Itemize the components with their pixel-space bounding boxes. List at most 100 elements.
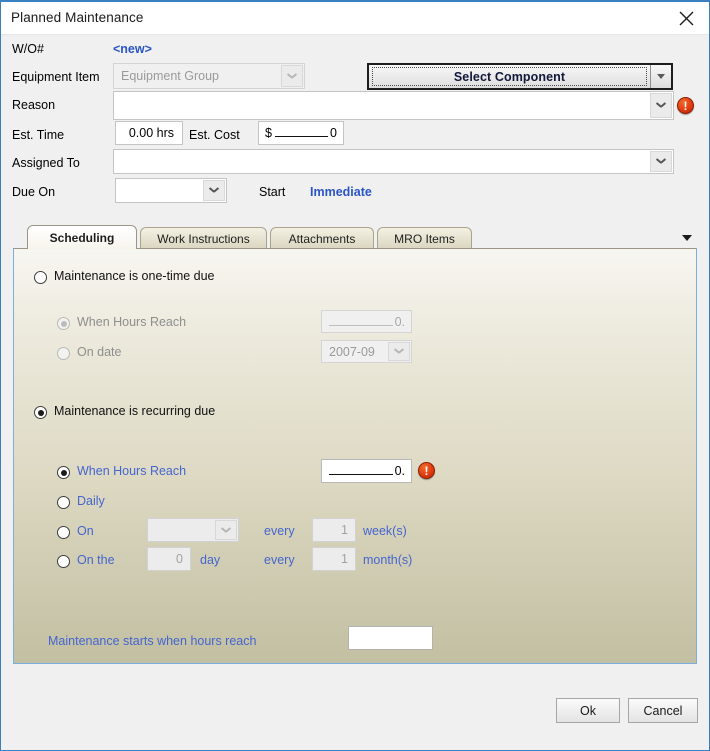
recurring-on-the-unit-label: month(s)	[363, 553, 413, 567]
close-button[interactable]	[663, 2, 709, 34]
recurring-on-every-input[interactable]: 1	[312, 518, 356, 542]
select-component-label: Select Component	[453, 69, 566, 84]
one-time-hours-input[interactable]: 0.	[321, 310, 412, 333]
est-cost-input[interactable]: $ 0	[258, 121, 344, 145]
equipment-group-combo[interactable]: Equipment Group	[113, 63, 305, 89]
tab-label: Work Instructions	[157, 231, 250, 246]
reason-dropdown-arrow[interactable]	[650, 93, 672, 118]
recurring-hours-value: 0.	[394, 464, 405, 478]
tab-label: MRO Items	[394, 231, 455, 246]
recurring-hours-mask-rule	[329, 474, 393, 475]
assigned-to-dropdown-arrow[interactable]	[650, 151, 672, 172]
scheduling-panel: Maintenance is one-time due When Hours R…	[13, 248, 697, 664]
recurring-on-the-every-value: 1	[341, 552, 348, 566]
one-time-when-hours-reach-label: When Hours Reach	[77, 315, 187, 329]
start-immediate-link[interactable]: Immediate	[310, 185, 372, 199]
tab-label: Scheduling	[49, 230, 115, 245]
chevron-down-icon	[657, 159, 666, 164]
radio-recurring-when-hours-reach[interactable]	[57, 466, 70, 479]
tab-strip: Scheduling Work Instructions Attachments…	[13, 225, 697, 249]
ok-button-label: Ok	[580, 703, 596, 718]
one-time-hours-value: 0.	[394, 314, 405, 329]
est-cost-mask-rule	[274, 136, 329, 137]
recurring-on-the-day-unit-label: day	[200, 553, 221, 567]
recurring-on-the-day-value: 0	[176, 552, 183, 566]
radio-recurring-on[interactable]	[57, 526, 70, 539]
recurring-on-every-value: 1	[341, 523, 348, 537]
tab-label: Attachments	[288, 231, 356, 246]
due-on-dropdown-arrow[interactable]	[203, 180, 225, 201]
one-time-hours-mask-rule	[329, 324, 393, 326]
starts-when-hours-reach-label: Maintenance starts when hours reach	[48, 634, 257, 648]
recurring-daily-label: Daily	[77, 494, 105, 508]
ok-button[interactable]: Ok	[556, 698, 620, 723]
cancel-button-label: Cancel	[643, 703, 683, 718]
tab-overflow-button[interactable]	[679, 231, 695, 245]
recurring-on-the-day-input[interactable]: 0	[147, 547, 191, 571]
radio-one-time-when-hours-reach[interactable]	[57, 317, 70, 330]
recurring-hours-masked-value: 0.	[328, 464, 405, 478]
page-title: Planned Maintenance	[11, 10, 144, 25]
one-time-on-date-dropdown-arrow[interactable]	[388, 342, 410, 361]
tab-scheduling[interactable]: Scheduling	[27, 225, 137, 249]
assigned-to-label: Assigned To	[12, 156, 80, 170]
reason-label: Reason	[12, 98, 56, 112]
est-time-input[interactable]: 0.00 hrs	[115, 121, 183, 145]
one-time-on-date-value: 2007-09	[329, 344, 375, 359]
recurring-on-label: On	[77, 524, 94, 538]
chevron-down-icon	[222, 528, 231, 533]
est-cost-masked-value: $ 0	[265, 126, 337, 140]
due-on-label: Due On	[12, 185, 56, 199]
select-component-main[interactable]: Select Component	[369, 65, 651, 88]
tab-mro-items[interactable]: MRO Items	[377, 227, 472, 249]
one-time-on-date-combo[interactable]: 2007-09	[321, 340, 412, 363]
chevron-down-icon	[395, 349, 404, 354]
start-label: Start	[259, 185, 286, 199]
tab-work-instructions[interactable]: Work Instructions	[140, 227, 267, 249]
tab-attachments[interactable]: Attachments	[270, 227, 374, 249]
chevron-down-icon	[657, 74, 665, 79]
select-component-dropdown-arrow[interactable]	[651, 65, 671, 88]
radio-recurring-daily[interactable]	[57, 496, 70, 509]
recurring-on-the-every-input[interactable]: 1	[312, 547, 356, 571]
recurring-when-hours-reach-label: When Hours Reach	[77, 464, 187, 478]
radio-recurring-on-the[interactable]	[57, 555, 70, 568]
select-component-focus-ring: Select Component	[372, 67, 647, 86]
radio-one-time-on-date[interactable]	[57, 347, 70, 360]
est-cost-label: Est. Cost	[189, 128, 240, 142]
due-on-combo[interactable]	[115, 178, 227, 203]
equipment-group-dropdown-arrow[interactable]	[281, 65, 303, 87]
recurring-due-label: Maintenance is recurring due	[54, 404, 216, 418]
recurring-on-the-label: On the	[77, 553, 115, 567]
est-time-value: 0.00 hrs	[128, 126, 174, 140]
starts-when-hours-reach-input[interactable]	[348, 626, 433, 650]
chevron-down-icon	[657, 103, 666, 108]
close-icon	[679, 11, 694, 26]
recurring-hours-input[interactable]: 0.	[321, 459, 412, 483]
chevron-down-icon	[288, 74, 297, 79]
equipment-item-label: Equipment Item	[12, 70, 100, 84]
recurring-on-day-combo[interactable]	[147, 518, 239, 542]
assigned-to-combo[interactable]	[113, 149, 674, 174]
reason-combo[interactable]	[113, 91, 674, 120]
cancel-button[interactable]: Cancel	[628, 698, 698, 723]
form-header: W/O# <new> Equipment Item Equipment Grou…	[1, 35, 709, 213]
select-component-button[interactable]: Select Component	[367, 63, 673, 90]
planned-maintenance-dialog: Planned Maintenance W/O# <new> Equipment…	[0, 0, 710, 751]
chevron-down-icon	[210, 188, 219, 193]
reason-error-icon	[677, 97, 694, 114]
est-cost-currency: $	[265, 126, 272, 140]
one-time-on-date-label: On date	[77, 345, 122, 359]
one-time-hours-masked-value: 0.	[328, 315, 405, 329]
recurring-on-the-every-label: every	[264, 553, 295, 567]
est-cost-amount: 0	[330, 126, 337, 140]
one-time-due-label: Maintenance is one-time due	[54, 269, 215, 283]
recurring-on-day-dropdown-arrow[interactable]	[215, 520, 237, 540]
equipment-group-value: Equipment Group	[121, 69, 219, 83]
recurring-hours-error-icon	[418, 462, 435, 479]
radio-one-time-due[interactable]	[34, 271, 47, 284]
radio-recurring-due[interactable]	[34, 406, 47, 419]
wo-number-value: <new>	[113, 42, 152, 56]
wo-number-label: W/O#	[12, 42, 44, 56]
triangle-down-icon	[682, 235, 692, 241]
